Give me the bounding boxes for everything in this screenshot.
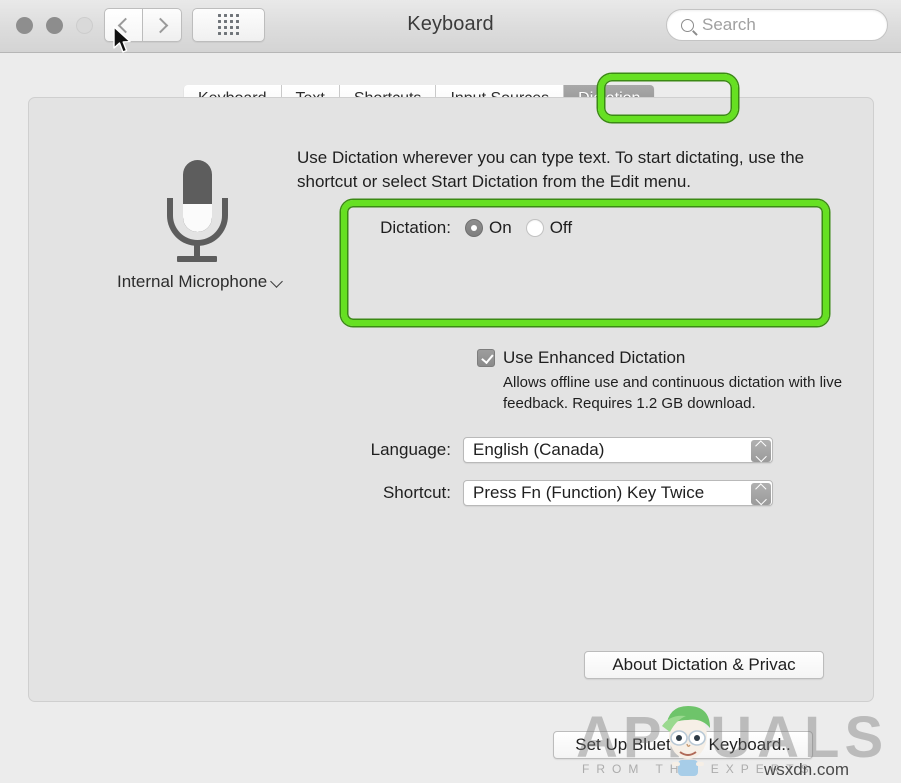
- enhanced-dictation-row[interactable]: Use Enhanced Dictation: [477, 348, 685, 368]
- watermark-site: wsxdn.com: [764, 760, 850, 779]
- dictation-toggle-row: Dictation: On Off: [359, 218, 572, 238]
- set-up-bluetooth-keyboard-button[interactable]: Set Up Bluetooth Keyboard..: [553, 731, 813, 759]
- shortcut-label: Shortcut:: [382, 483, 451, 502]
- shortcut-value: Press Fn (Function) Key Twice: [473, 483, 705, 502]
- radio-off-label: Off: [549, 218, 573, 237]
- radio-dictation-off[interactable]: [525, 219, 544, 237]
- enhanced-dictation-label: Use Enhanced Dictation: [503, 348, 686, 367]
- search-input[interactable]: Search: [666, 9, 888, 41]
- microphone-label[interactable]: Internal Microphone: [117, 272, 284, 292]
- search-icon: [681, 18, 694, 32]
- dictation-description: Use Dictation wherever you can type text…: [297, 148, 805, 191]
- enhanced-dictation-description: Allows offline use and continuous dictat…: [503, 374, 843, 412]
- language-row: Language: English (Canada): [359, 437, 773, 463]
- chevron-down-icon: [270, 274, 284, 288]
- shortcut-stepper-icon[interactable]: [751, 483, 771, 505]
- watermark-tagline: FROM THE EXPERTS: [582, 762, 816, 776]
- language-value: English (Canada): [473, 440, 605, 459]
- search-placeholder: Search: [702, 15, 756, 34]
- about-dictation-privacy-button[interactable]: About Dictation & Privac: [584, 651, 824, 679]
- window-titlebar: Keyboard Search: [0, 0, 901, 53]
- macos-keyboard-preferences-window: Keyboard Search Keyboard Text Shortcuts …: [0, 0, 901, 783]
- radio-on-label: On: [489, 218, 512, 237]
- microphone-icon: [147, 160, 247, 264]
- mouse-cursor: [113, 26, 131, 53]
- shortcut-popup[interactable]: Press Fn (Function) Key Twice: [463, 480, 773, 506]
- language-popup[interactable]: English (Canada): [463, 437, 773, 463]
- checkbox-enhanced-dictation[interactable]: [477, 349, 495, 367]
- microphone-source[interactable]: Internal Microphone: [117, 160, 284, 292]
- dictation-label: Dictation:: [380, 218, 451, 237]
- language-label: Language:: [370, 440, 451, 459]
- radio-dictation-on[interactable]: [465, 219, 483, 237]
- shortcut-row: Shortcut: Press Fn (Function) Key Twice: [359, 480, 773, 506]
- microphone-name: Internal Microphone: [117, 272, 268, 291]
- dictation-panel: Internal Microphone Use Dictation wherev…: [28, 97, 874, 702]
- language-stepper-icon[interactable]: [751, 440, 771, 462]
